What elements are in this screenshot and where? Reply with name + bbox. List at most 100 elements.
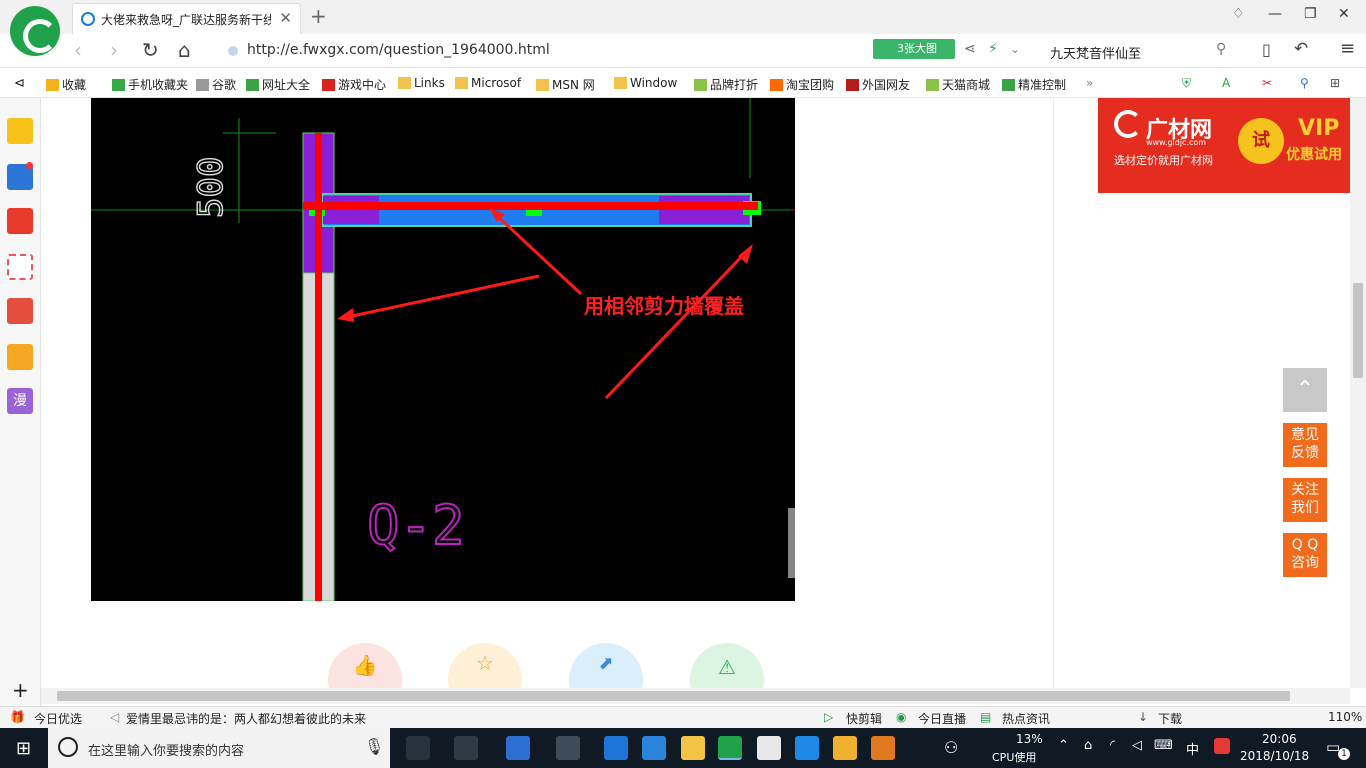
bookmark-item[interactable]: 精准控制 xyxy=(1002,76,1066,93)
game-icon[interactable] xyxy=(7,298,33,324)
keyboard-icon[interactable]: ⌨ xyxy=(1154,738,1173,753)
weibo-icon[interactable] xyxy=(7,208,33,234)
follow-us-button[interactable]: 关注 我们 xyxy=(1283,478,1327,522)
menu-icon[interactable]: ≡ xyxy=(1340,38,1355,59)
bookmark-item[interactable]: 手机收藏夹 xyxy=(112,76,188,93)
scissors-icon[interactable]: ✂ xyxy=(1262,76,1272,90)
share-icon[interactable]: ⋖ xyxy=(964,41,976,57)
pinwheel-app-icon[interactable] xyxy=(454,736,478,760)
notes-app-icon[interactable] xyxy=(833,736,857,760)
minimize-icon[interactable]: — xyxy=(1268,6,1282,22)
status-bar: 🎁 今日优选 ◁ 爱情里最忌讳的是：两人都幻想着彼此的未来 ▷ 快剪辑 ◉ 今日… xyxy=(0,706,1366,728)
like-button[interactable]: 👍 xyxy=(328,643,402,688)
horizontal-scrollbar[interactable] xyxy=(41,688,1350,704)
ad-banner[interactable]: 广材网 www.gldjc.com 选材定价就用广材网 试 VIP 优惠试用 xyxy=(1098,98,1351,193)
spiral-app-icon[interactable] xyxy=(556,736,580,760)
favorite-button[interactable]: ☆ xyxy=(448,643,522,688)
bookmark-folder-icon xyxy=(846,79,859,91)
ie-app-icon[interactable] xyxy=(506,736,530,760)
people-icon[interactable]: ⚇ xyxy=(944,738,958,757)
zoom-level[interactable]: 110% xyxy=(1328,710,1362,724)
horizontal-scroll-thumb[interactable] xyxy=(57,691,1290,701)
volume-icon[interactable]: ◁ xyxy=(1132,738,1142,753)
address-bar[interactable]: http://e.fwxgx.com/question_1964000.html xyxy=(220,38,980,64)
star-icon[interactable] xyxy=(7,118,33,144)
home-icon[interactable]: ⌂ xyxy=(178,38,191,62)
ime-indicator[interactable]: 中 xyxy=(1186,739,1199,758)
bookmark-item[interactable]: 品牌打折 xyxy=(694,76,758,93)
refresh-icon[interactable]: ↻ xyxy=(142,38,159,62)
file-explorer-icon[interactable] xyxy=(681,736,705,760)
task-view-icon[interactable] xyxy=(406,736,430,760)
clock-time[interactable]: 20:06 xyxy=(1262,732,1297,746)
bookmark-folder-icon xyxy=(1002,79,1015,91)
more-bookmarks-icon[interactable]: » xyxy=(1086,76,1093,90)
news-ticker[interactable]: 爱情里最忌讳的是：两人都幻想着彼此的未来 xyxy=(126,710,366,727)
feedback-button[interactable]: 意见 反馈 xyxy=(1283,423,1327,467)
quick-clip[interactable]: 快剪辑 xyxy=(846,710,882,727)
bookmark-item[interactable]: 外国网友 xyxy=(846,76,910,93)
windows-start-icon[interactable]: ⊞ xyxy=(16,738,31,759)
bookmark-item[interactable]: 网址大全 xyxy=(246,76,310,93)
report-button[interactable]: ⚠ xyxy=(690,643,764,688)
search-box[interactable]: 九天梵音伴仙至 xyxy=(1040,34,1240,68)
bookmark-item[interactable]: 淘宝团购 xyxy=(770,76,834,93)
tab-close-icon[interactable]: ✕ xyxy=(279,9,292,27)
download-label[interactable]: 下载 xyxy=(1158,710,1182,727)
notification-dot xyxy=(26,162,33,169)
shield-icon[interactable]: ⛨ xyxy=(1182,76,1191,91)
bookmark-item[interactable]: 收藏 xyxy=(46,76,86,93)
comic-icon[interactable]: 漫 xyxy=(7,388,33,414)
sidebar-toggle-icon[interactable]: ⊲ xyxy=(14,76,25,91)
security-icon xyxy=(228,46,238,56)
qq-consult-button[interactable]: Q Q 咨询 xyxy=(1283,533,1327,577)
microphone-icon: 🎙 xyxy=(364,737,385,756)
share-button[interactable]: ⬈ xyxy=(569,643,643,688)
bookmark-item[interactable]: MSN 网 xyxy=(536,76,595,93)
wifi-icon[interactable]: ◜ xyxy=(1110,738,1115,753)
mail-icon[interactable] xyxy=(7,254,33,280)
bookmark-item[interactable]: 游戏中心 xyxy=(322,76,386,93)
cad-app-icon[interactable] xyxy=(871,736,895,760)
back-to-top-button[interactable]: ⌃ xyxy=(1283,368,1327,412)
glodon-icon[interactable] xyxy=(795,736,819,760)
close-window-icon[interactable]: ✕ xyxy=(1338,6,1350,22)
internet-explorer-icon[interactable] xyxy=(642,736,666,760)
vertical-scrollbar[interactable] xyxy=(1350,98,1366,688)
taskbar-search[interactable]: 在这里输入你要搜索的内容 🎙 xyxy=(48,728,390,768)
phone-icon[interactable]: ▯ xyxy=(1262,40,1271,59)
vertical-scroll-thumb[interactable] xyxy=(1353,283,1363,378)
sogou-icon[interactable] xyxy=(1214,738,1230,754)
chevron-down-icon[interactable]: ⌄ xyxy=(1010,42,1020,56)
new-tab-icon[interactable]: + xyxy=(310,4,327,28)
bookmark-item[interactable]: 天猫商城 xyxy=(926,76,990,93)
magnifier-icon[interactable]: ⚲ xyxy=(1300,76,1309,90)
today-live[interactable]: 今日直播 xyxy=(918,710,966,727)
add-icon[interactable]: + xyxy=(12,678,29,702)
shirt-icon[interactable]: ♢ xyxy=(1232,6,1245,22)
browser-taskbar-icon[interactable] xyxy=(718,736,742,760)
restore-icon[interactable]: ❐ xyxy=(1304,6,1317,22)
network-icon[interactable]: ⌂ xyxy=(1084,738,1092,753)
bookmark-item[interactable]: Links xyxy=(398,76,445,90)
clock-date[interactable]: 2018/10/18 xyxy=(1240,749,1309,763)
hot-news[interactable]: 热点资讯 xyxy=(1002,710,1050,727)
bookmark-label: 淘宝团购 xyxy=(786,78,835,92)
grid-icon[interactable]: ⊞ xyxy=(1330,76,1340,90)
lightning-icon[interactable]: ⚡ xyxy=(988,41,998,57)
mail-app-icon[interactable] xyxy=(757,736,781,760)
today-picks[interactable]: 今日优选 xyxy=(34,710,82,727)
forward-icon[interactable]: › xyxy=(110,38,118,62)
back-icon[interactable]: ‹ xyxy=(74,38,82,62)
big-image-button[interactable]: 3张大图 xyxy=(873,39,955,59)
translate-icon[interactable]: A xyxy=(1222,76,1230,90)
edge-icon[interactable] xyxy=(604,736,628,760)
bookmark-item[interactable]: Microsof xyxy=(455,76,521,90)
undo-icon[interactable]: ↶ xyxy=(1294,39,1308,59)
browser-tab[interactable]: 大佬来救急呀_广联达服务新干线 ✕ xyxy=(72,3,301,34)
book-icon[interactable] xyxy=(7,344,33,370)
bookmark-item[interactable]: 谷歌 xyxy=(196,76,236,93)
bookmark-folder-icon xyxy=(246,79,259,91)
tray-expand-icon[interactable]: ⌃ xyxy=(1058,738,1069,753)
bookmark-item[interactable]: Window xyxy=(614,76,677,90)
